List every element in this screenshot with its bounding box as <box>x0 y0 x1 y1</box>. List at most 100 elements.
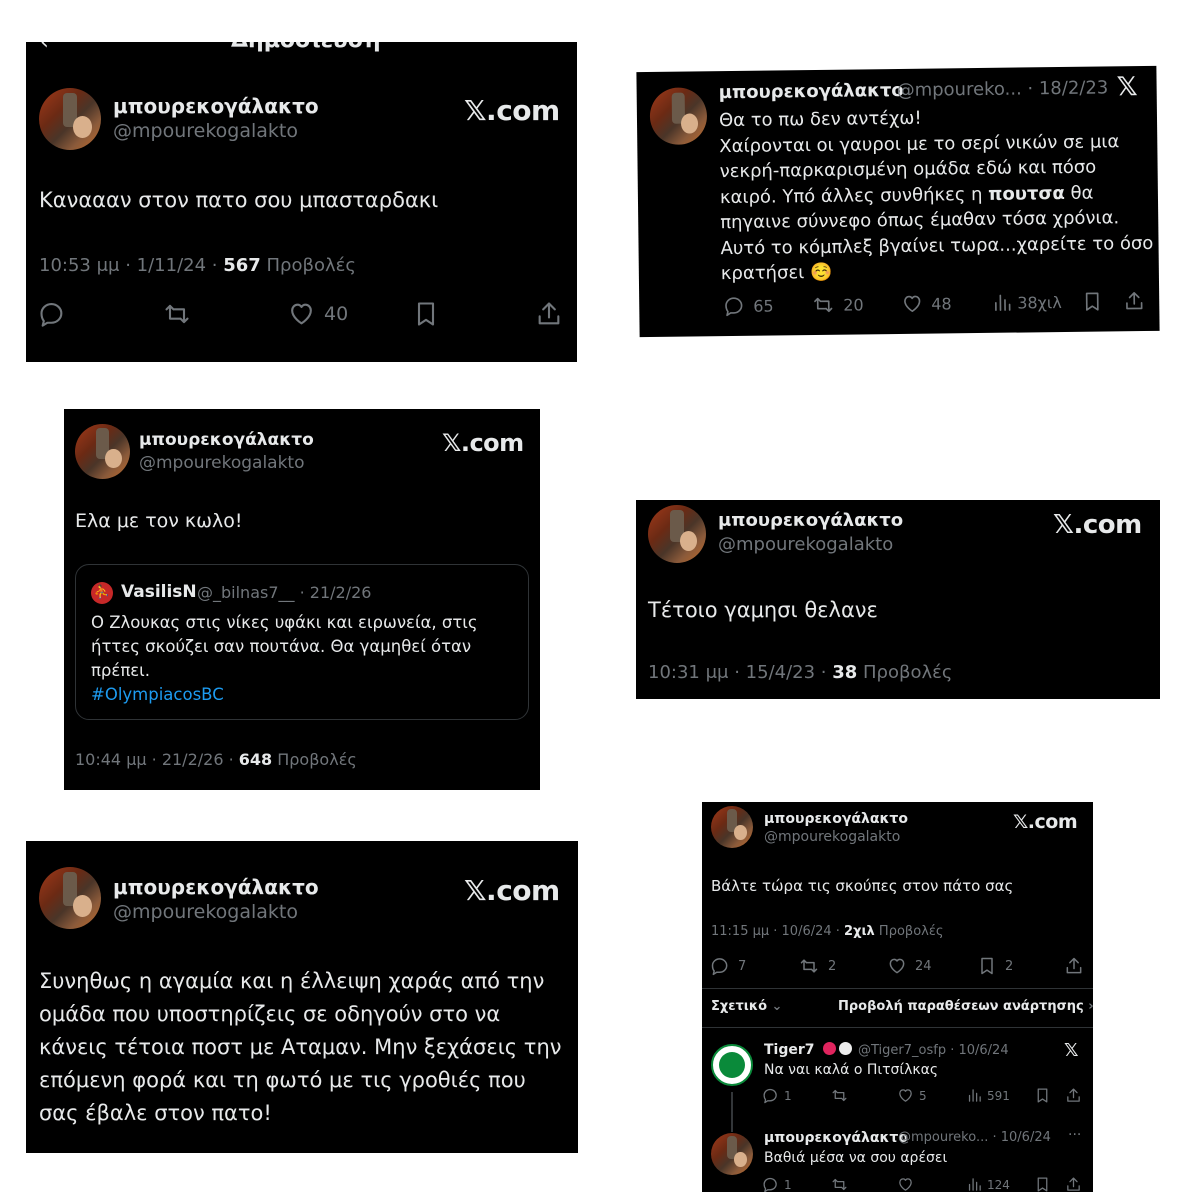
x-logo-icon: 𝕏 <box>1116 72 1138 103</box>
view-count: 2χιλ <box>844 924 875 939</box>
repost-count: 20 <box>843 294 864 315</box>
reply-count: 65 <box>753 296 774 316</box>
repost-icon <box>830 1176 849 1192</box>
author-name[interactable]: μπουρεκογάλακτο <box>718 510 903 531</box>
hashtag-link[interactable]: #OlympiacosBC <box>91 683 478 707</box>
views-button[interactable]: 38χιλ <box>991 291 1062 314</box>
tweet-date: · 18/2/23 <box>1021 77 1109 100</box>
reply2-text: Βαθιά μέσα να σου αρέσει <box>764 1150 948 1166</box>
x-com-brand: 𝕏.com <box>1053 510 1142 540</box>
author-name[interactable]: μπουρεκογάλακτο <box>113 94 319 118</box>
reply-button[interactable]: 7 <box>710 956 746 976</box>
x-logo-icon: 𝕏 <box>1064 1040 1079 1061</box>
x-com-brand: 𝕏.com <box>464 874 560 907</box>
repost-icon <box>162 300 192 328</box>
avatar[interactable] <box>649 87 708 146</box>
author-name[interactable]: μπουρεκογάλακτο <box>113 875 319 899</box>
quote-avatar[interactable]: ⛹ <box>91 582 113 604</box>
share-icon <box>1123 290 1145 312</box>
reply2-bookmark-button[interactable] <box>1034 1176 1051 1192</box>
reply2-repost-button[interactable] <box>830 1176 849 1192</box>
quote-line: Ο Ζλουκας στις νίκες υφάκι και ειρωνεία,… <box>91 613 478 632</box>
tweet-meta: 11:15 μμ · 10/6/24 · 2χιλ Προβολές <box>711 924 944 939</box>
tweet-time: 10:44 μμ · 21/2/26 · <box>75 750 239 769</box>
author-name[interactable]: μπουρεκογάλακτο <box>139 430 314 450</box>
tweet-line: σας έβαλε στον πατο! <box>39 1101 272 1125</box>
share-button[interactable] <box>1064 956 1084 976</box>
tweet-meta: 10:44 μμ · 21/2/26 · 648 Προβολές <box>75 750 357 769</box>
quote-handle[interactable]: @_bilnas7__ <box>197 583 295 602</box>
bookmark-button[interactable] <box>412 300 440 328</box>
reply1-like-count: 5 <box>919 1088 927 1103</box>
author-handle[interactable]: @mpourekogalakto <box>764 829 900 845</box>
back-arrow-icon[interactable]: ‹ <box>40 42 49 55</box>
reply2-views-button[interactable]: 124 <box>966 1176 1010 1192</box>
like-button[interactable]: 24 <box>887 956 932 976</box>
reply2-avatar[interactable] <box>711 1133 753 1175</box>
tweet-time: 10:53 μμ · 1/11/24 · <box>39 255 224 276</box>
repost-count: 2 <box>828 958 837 974</box>
reply1-views-button[interactable]: 591 <box>966 1087 1010 1104</box>
like-icon <box>897 1176 914 1192</box>
tweet-line: κρατήσει ☺️ <box>720 261 833 285</box>
author-name[interactable]: μπουρεκογάλακτο <box>719 80 904 103</box>
reply1-handle[interactable]: @Tiger7_osfp · 10/6/24 <box>858 1043 1009 1058</box>
more-options-icon[interactable]: ··· <box>1068 1127 1081 1143</box>
tweet-line-bold: πουτσα <box>988 182 1065 205</box>
reply2-reply-count: 1 <box>784 1177 792 1192</box>
reply2-handle-short[interactable]: @mpoureko... <box>898 1130 988 1145</box>
quoted-tweet[interactable]: ⛹ VasilisN @_bilnas7__ · 21/2/26 Ο Ζλουκ… <box>75 564 529 720</box>
repost-button[interactable]: 20 <box>811 293 864 316</box>
view-quotes-link[interactable]: Προβολή παραθέσεων ανάρτησης › <box>838 999 1093 1014</box>
reply1-bookmark-button[interactable] <box>1034 1087 1051 1104</box>
bookmark-button[interactable] <box>1081 291 1103 313</box>
reply2-share-button[interactable] <box>1065 1176 1082 1192</box>
like-icon <box>897 1087 914 1104</box>
reply1-repost-button[interactable] <box>830 1087 849 1104</box>
view-count: 567 <box>223 255 261 276</box>
relevant-sort-dropdown[interactable]: Σχετικό ⌄ <box>711 999 782 1014</box>
reply1-like-button[interactable]: 5 <box>897 1087 927 1104</box>
bookmark-icon <box>412 300 440 328</box>
share-button[interactable] <box>535 300 563 328</box>
repost-button[interactable] <box>162 300 192 328</box>
tweet-line: Συνηθως η αγαμία και η έλλειψη χαράς από… <box>39 969 545 993</box>
reply1-avatar[interactable] <box>711 1044 753 1086</box>
reply1-share-button[interactable] <box>1065 1087 1082 1104</box>
red-circle-icon <box>823 1042 837 1055</box>
repost-button[interactable]: 2 <box>798 956 836 976</box>
author-handle[interactable]: @mpourekogalakto <box>718 534 893 555</box>
author-name[interactable]: μπουρεκογάλακτο <box>764 811 908 827</box>
quote-author-name[interactable]: VasilisN <box>121 582 197 602</box>
bookmark-icon <box>1034 1087 1051 1104</box>
avatar[interactable] <box>39 867 101 929</box>
avatar[interactable] <box>75 424 130 479</box>
reply1-author-name[interactable]: Tiger7 <box>764 1042 853 1058</box>
author-handle-short[interactable]: @mpoureko... <box>897 78 1022 101</box>
reply1-text: Να ναι καλά ο Πιτσίλκας <box>764 1062 939 1078</box>
author-handle[interactable]: @mpourekogalakto <box>139 453 305 473</box>
avatar[interactable] <box>648 505 706 563</box>
tweet-line: επόμενη φορά και τη φωτό με τις γροθιές … <box>39 1068 526 1092</box>
author-handle[interactable]: @mpourekogalakto <box>113 120 298 142</box>
reply-button[interactable]: 65 <box>723 295 774 318</box>
avatar[interactable] <box>39 88 101 150</box>
reply-icon <box>762 1087 779 1104</box>
relevant-label: Σχετικό <box>711 999 768 1014</box>
quote-date: · 21/2/26 <box>294 583 372 602</box>
like-button[interactable]: 48 <box>901 292 952 315</box>
tiger-logo-icon <box>719 1052 745 1078</box>
bookmark-button[interactable]: 2 <box>977 956 1013 976</box>
reply-icon <box>710 956 730 976</box>
reply-button[interactable] <box>38 300 66 328</box>
reply1-reply-button[interactable]: 1 <box>762 1087 792 1104</box>
x-com-brand: 𝕏.com <box>464 94 560 127</box>
share-button[interactable] <box>1123 290 1145 312</box>
author-handle[interactable]: @mpourekogalakto <box>113 901 298 923</box>
like-button[interactable]: 40 <box>287 300 348 328</box>
reply2-author-name[interactable]: μπουρεκογάλακτο <box>764 1130 908 1146</box>
reply2-like-button[interactable] <box>897 1176 914 1192</box>
avatar[interactable] <box>711 806 753 848</box>
x-com-brand: 𝕏.com <box>442 429 524 457</box>
reply2-reply-button[interactable]: 1 <box>762 1176 792 1192</box>
